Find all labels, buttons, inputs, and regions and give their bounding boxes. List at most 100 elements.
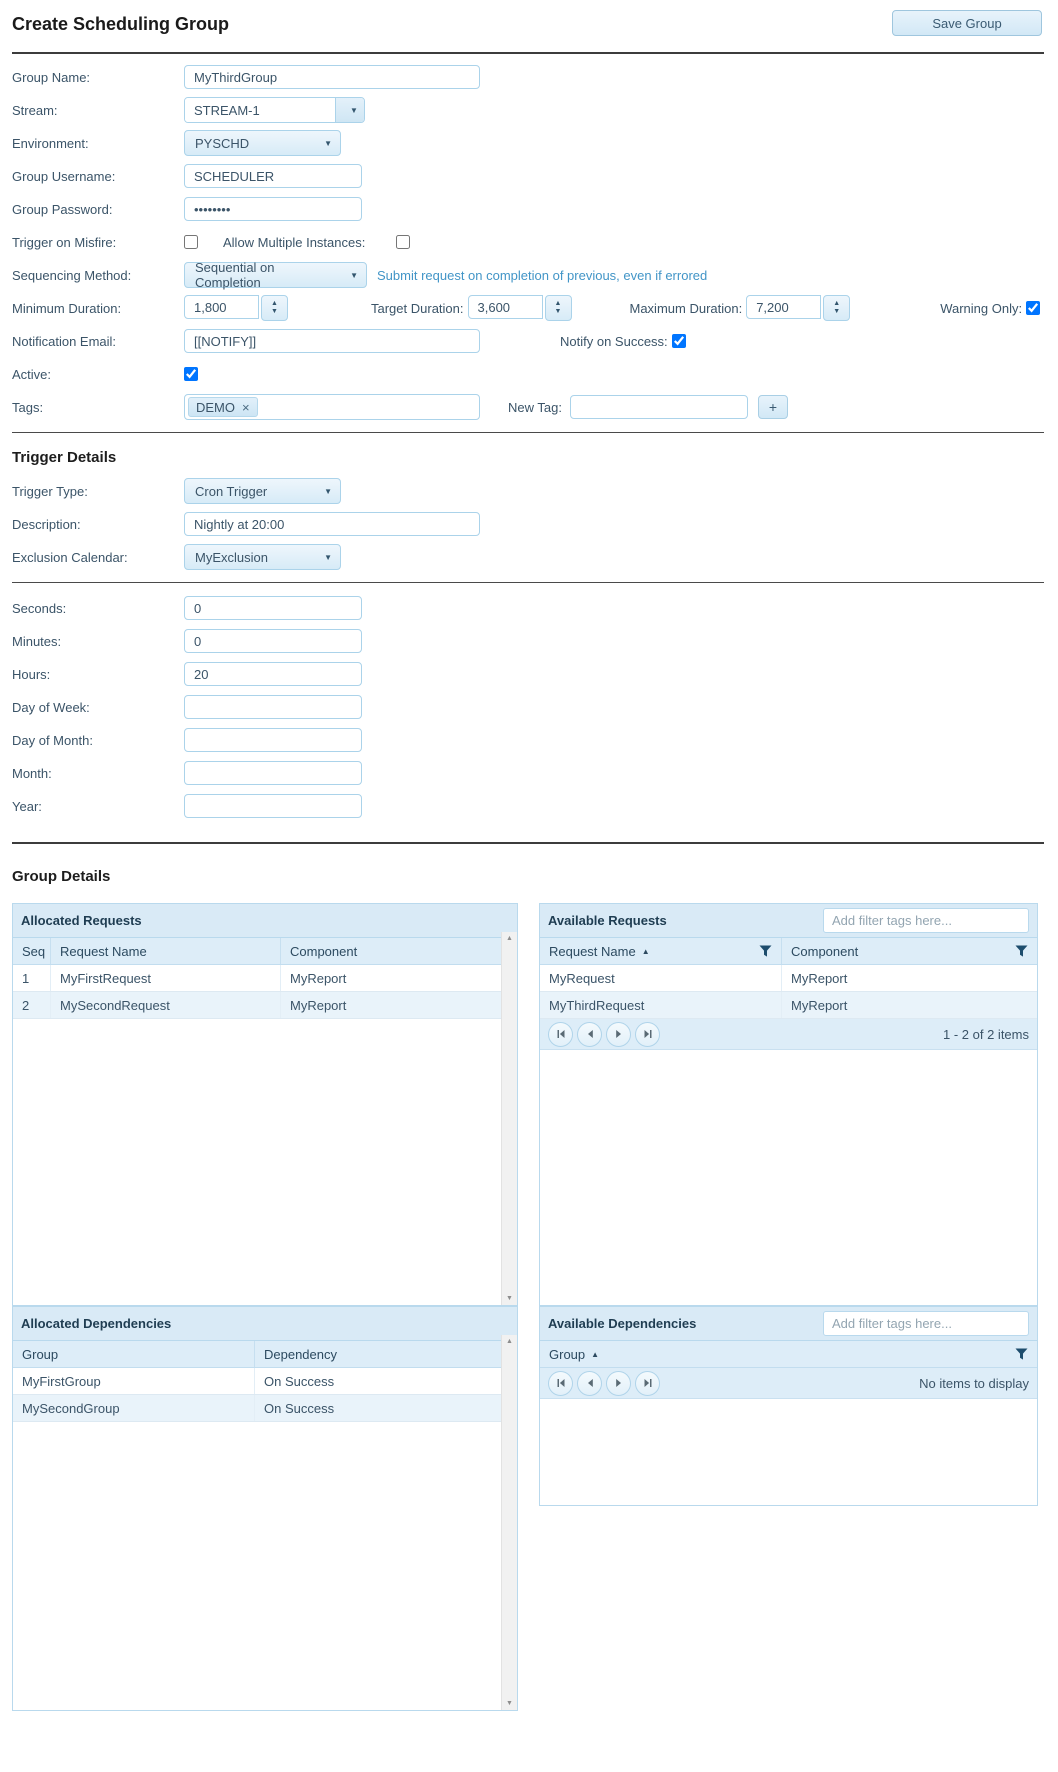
table-row[interactable]: MySecondGroup On Success [13, 1395, 501, 1422]
filter-icon[interactable] [1015, 945, 1028, 957]
trigger-type-row: Trigger Type: Cron Trigger ▼ [12, 478, 1044, 504]
table-row[interactable]: MyRequest MyReport [540, 965, 1037, 992]
filter-icon[interactable] [1015, 1348, 1028, 1360]
group-username-input[interactable] [184, 164, 362, 188]
allocated-dependencies-panel: Allocated Dependencies Group Dependency … [12, 1306, 518, 1711]
stream-row: Stream: ▼ [12, 97, 1044, 123]
allocated-dependencies-title: Allocated Dependencies [21, 1316, 171, 1331]
minutes-input[interactable] [184, 629, 362, 653]
cell-group: MyFirstGroup [13, 1368, 255, 1394]
cell-request-name: MySecondRequest [51, 992, 281, 1018]
active-label: Active: [12, 367, 184, 382]
group-name-label: Group Name: [12, 70, 184, 85]
create-scheduling-group-page: Create Scheduling Group Save Group Group… [0, 0, 1058, 1711]
pager-next-button[interactable] [606, 1371, 631, 1396]
column-header-label: Component [791, 944, 858, 959]
column-header-group[interactable]: Group ▲ [540, 1341, 1037, 1367]
allocated-requests-panel: Allocated Requests Seq Request Name Comp… [12, 903, 518, 1306]
minimum-duration-spin-buttons[interactable]: ▲ ▼ [261, 295, 288, 321]
table-row[interactable]: MyFirstGroup On Success [13, 1368, 501, 1395]
new-tag-input[interactable] [570, 395, 748, 419]
group-password-row: Group Password: [12, 196, 1044, 222]
active-checkbox[interactable] [184, 367, 198, 381]
maximum-duration-input[interactable] [746, 295, 821, 319]
allow-multiple-instances-checkbox[interactable] [396, 235, 410, 249]
chevron-down-icon: ▼ [350, 271, 358, 280]
section-divider [12, 842, 1044, 844]
notification-email-input[interactable] [184, 329, 480, 353]
day-of-week-input[interactable] [184, 695, 362, 719]
scroll-down-icon[interactable]: ▼ [506, 1700, 513, 1707]
day-of-month-input[interactable] [184, 728, 362, 752]
column-header-component[interactable]: Component [782, 938, 1037, 964]
filter-tags-input[interactable] [823, 1311, 1029, 1336]
tags-row: Tags: DEMO × New Tag: + [12, 394, 1044, 420]
filter-icon[interactable] [759, 945, 772, 957]
pager-next-button[interactable] [606, 1022, 631, 1047]
scroll-up-icon[interactable]: ▲ [506, 1338, 513, 1345]
column-header-request-name[interactable]: Request Name ▲ [540, 938, 782, 964]
year-input[interactable] [184, 794, 362, 818]
save-group-button[interactable]: Save Group [892, 10, 1042, 36]
maximum-duration-label: Maximum Duration: [630, 301, 743, 316]
allocated-requests-body: 1 MyFirstRequest MyReport 2 MySecondRequ… [13, 965, 517, 1019]
sort-asc-icon: ▲ [591, 1350, 599, 1359]
hours-input[interactable] [184, 662, 362, 686]
available-requests-body: MyRequest MyReport MyThirdRequest MyRepo… [540, 965, 1037, 1050]
available-requests-header: Request Name ▲ Component [540, 938, 1037, 965]
vertical-scrollbar[interactable]: ▲ ▼ [501, 932, 517, 1305]
column-header-group[interactable]: Group [13, 1341, 255, 1367]
exclusion-calendar-dropdown[interactable]: MyExclusion ▼ [184, 544, 341, 570]
maximum-duration-stepper[interactable]: ▲ ▼ [746, 295, 850, 321]
minimum-duration-input[interactable] [184, 295, 259, 319]
tag-chip[interactable]: DEMO × [188, 397, 258, 417]
filter-tags-input[interactable] [823, 908, 1029, 933]
pager-first-button[interactable] [548, 1022, 573, 1047]
group-username-row: Group Username: [12, 163, 1044, 189]
pager: 1 - 2 of 2 items [540, 1019, 1037, 1050]
group-password-input[interactable] [184, 197, 362, 221]
pager-previous-button[interactable] [577, 1022, 602, 1047]
target-duration-input[interactable] [468, 295, 543, 319]
month-input[interactable] [184, 761, 362, 785]
warning-only-checkbox[interactable] [1026, 301, 1040, 315]
pager-last-button[interactable] [635, 1022, 660, 1047]
spinner-down-icon: ▼ [555, 308, 562, 316]
vertical-scrollbar[interactable]: ▲ ▼ [501, 1335, 517, 1710]
sequencing-method-row: Sequencing Method: Sequential on Complet… [12, 262, 1044, 288]
stream-dropdown-button[interactable]: ▼ [335, 98, 364, 122]
target-duration-stepper[interactable]: ▲ ▼ [468, 295, 572, 321]
cell-request-name: MyThirdRequest [540, 992, 782, 1018]
table-row[interactable]: 1 MyFirstRequest MyReport [13, 965, 501, 992]
trigger-type-dropdown[interactable]: Cron Trigger ▼ [184, 478, 341, 504]
environment-dropdown[interactable]: PYSCHD ▼ [184, 130, 341, 156]
column-header-dependency[interactable]: Dependency [255, 1341, 501, 1367]
pager-last-button[interactable] [635, 1371, 660, 1396]
trigger-on-misfire-checkbox[interactable] [184, 235, 198, 249]
seconds-input[interactable] [184, 596, 362, 620]
description-input[interactable] [184, 512, 480, 536]
notify-on-success-checkbox[interactable] [672, 334, 686, 348]
column-header-seq[interactable]: Seq [13, 938, 51, 964]
add-tag-button[interactable]: + [758, 395, 788, 419]
available-dependencies-title: Available Dependencies [548, 1316, 696, 1331]
chevron-down-icon: ▼ [324, 139, 332, 148]
table-row[interactable]: 2 MySecondRequest MyReport [13, 992, 501, 1019]
stream-input[interactable] [185, 98, 335, 122]
scroll-down-icon[interactable]: ▼ [506, 1295, 513, 1302]
column-header-request-name[interactable]: Request Name [51, 938, 281, 964]
target-duration-spin-buttons[interactable]: ▲ ▼ [545, 295, 572, 321]
maximum-duration-spin-buttons[interactable]: ▲ ▼ [823, 295, 850, 321]
group-name-input[interactable] [184, 65, 480, 89]
scroll-up-icon[interactable]: ▲ [506, 935, 513, 942]
minimum-duration-stepper[interactable]: ▲ ▼ [184, 295, 288, 321]
column-header-component[interactable]: Component [281, 938, 501, 964]
sequencing-method-dropdown[interactable]: Sequential on Completion ▼ [184, 262, 367, 288]
pager-previous-button[interactable] [577, 1371, 602, 1396]
close-icon[interactable]: × [242, 401, 250, 414]
stream-combobox[interactable]: ▼ [184, 97, 365, 123]
pager-first-button[interactable] [548, 1371, 573, 1396]
spinner-up-icon: ▲ [833, 300, 840, 308]
tags-multiselect[interactable]: DEMO × [184, 394, 480, 420]
table-row[interactable]: MyThirdRequest MyReport [540, 992, 1037, 1019]
